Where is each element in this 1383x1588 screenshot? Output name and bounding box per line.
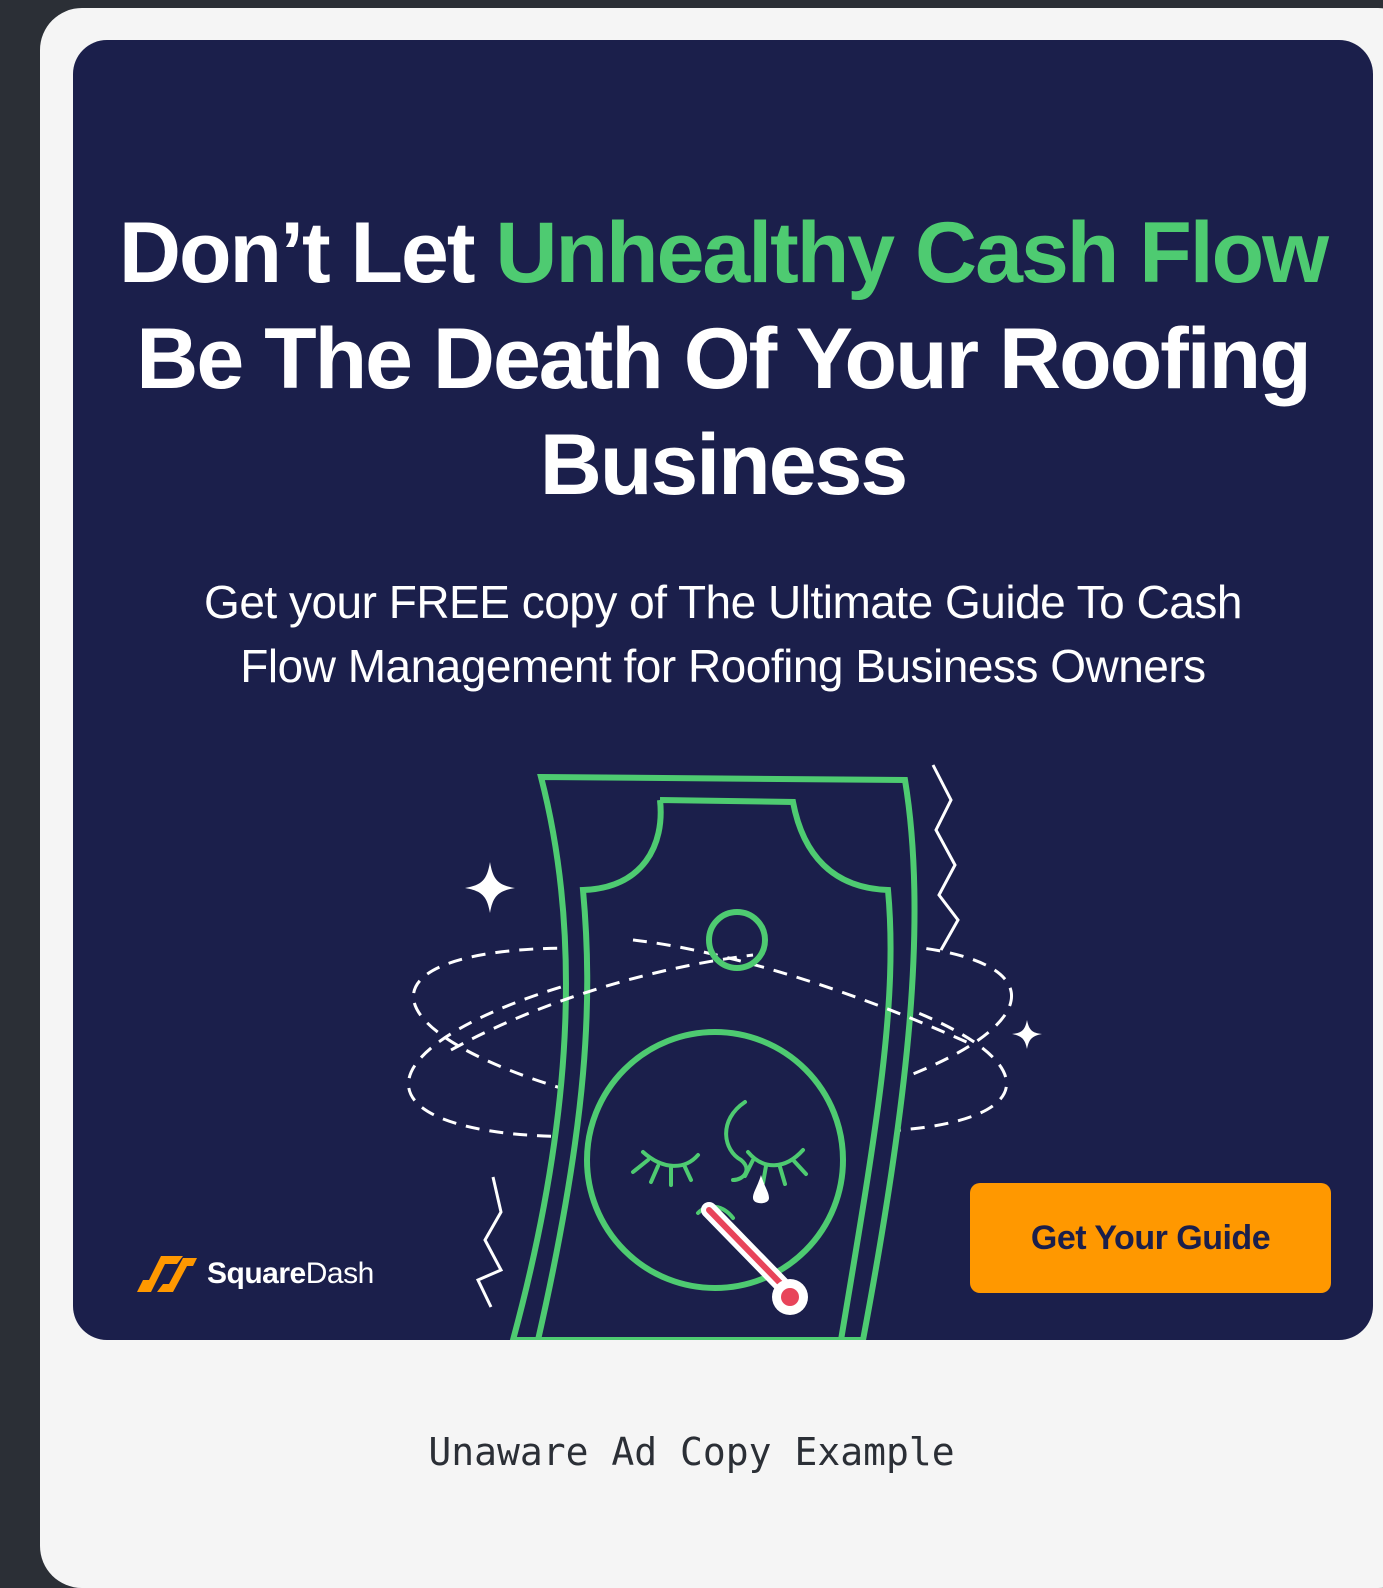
sparkle-left bbox=[465, 862, 515, 913]
logo-wordmark: SquareDash bbox=[207, 1257, 374, 1291]
sick-dollar-bill-icon bbox=[406, 764, 1042, 1340]
squaredash-logo-icon bbox=[137, 1256, 197, 1292]
logo-word-bold: Square bbox=[207, 1257, 306, 1290]
sick-face bbox=[584, 1029, 846, 1291]
get-your-guide-button[interactable]: Get Your Guide bbox=[970, 1183, 1331, 1293]
sparkle-right bbox=[1012, 1020, 1042, 1049]
ad-banner: Don’t Let Unhealthy Cash Flow Be The Dea… bbox=[73, 40, 1373, 1340]
zigzag-left bbox=[475, 1176, 504, 1308]
squaredash-logo: SquareDash bbox=[131, 1252, 374, 1296]
logo-word-regular: Dash bbox=[305, 1257, 375, 1290]
image-caption: Unaware Ad Copy Example bbox=[428, 1430, 955, 1474]
zigzag-right bbox=[931, 764, 960, 951]
